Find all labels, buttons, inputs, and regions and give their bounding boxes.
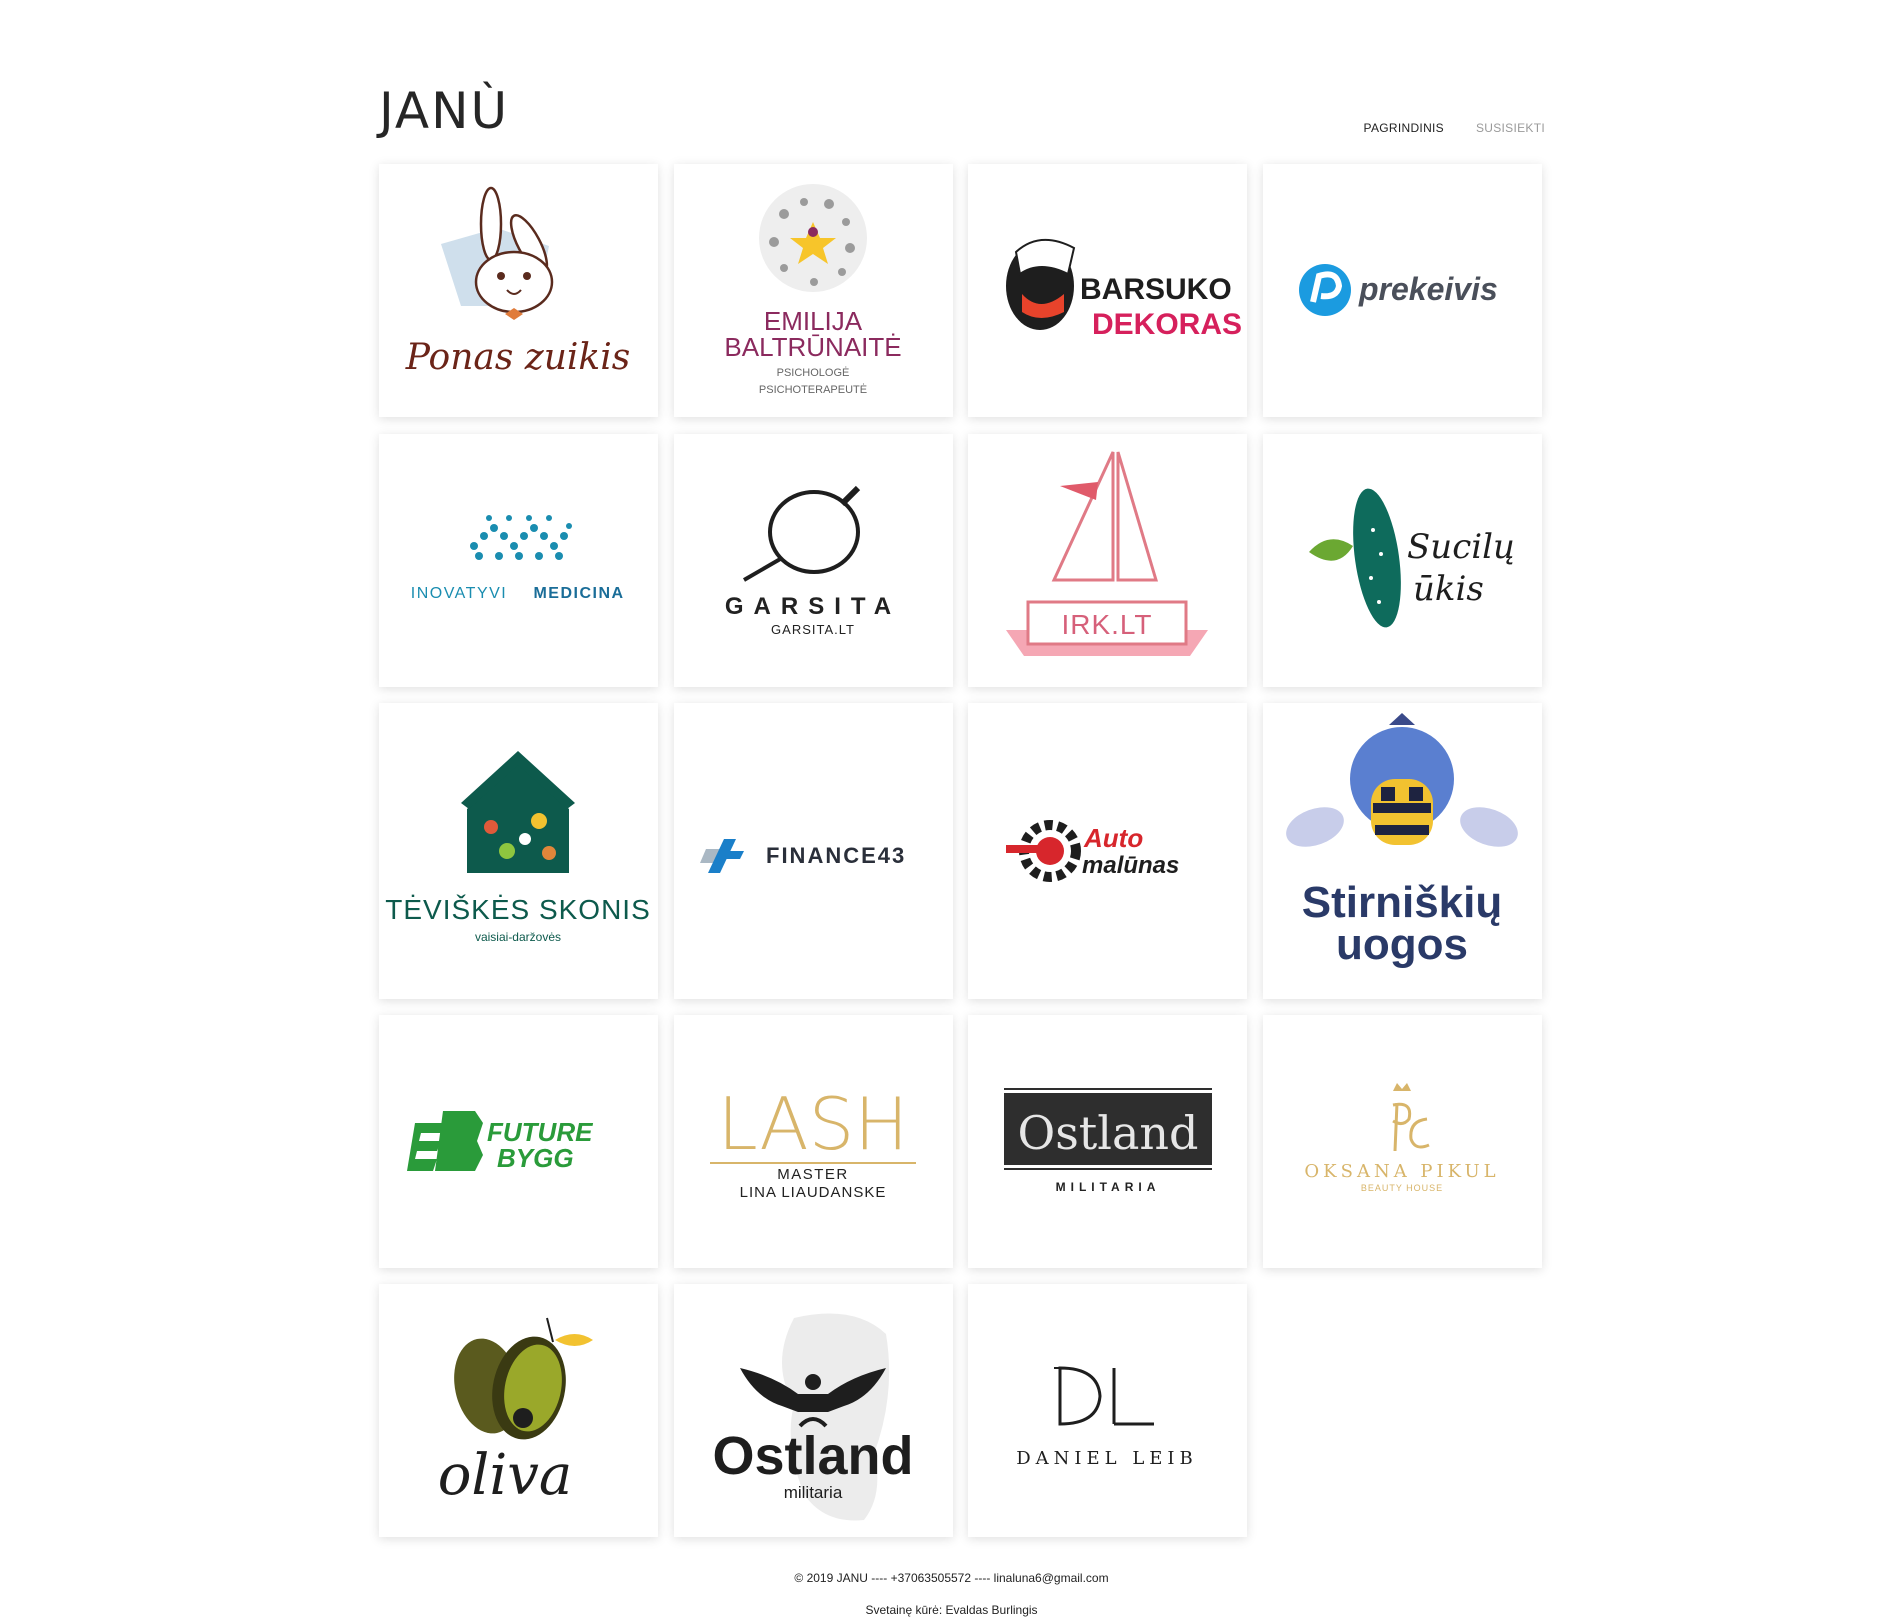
card-subtitle-2: LINA LIAUDANSKE (740, 1184, 887, 1201)
card-title-2: BALTRŪNAITĖ (724, 332, 901, 362)
card-title: Ostland (1017, 1106, 1198, 1160)
eagle-map-icon: Ostland militaria (712, 1313, 914, 1521)
card-title: Ostland (712, 1426, 913, 1486)
card-title: INOVATYVI (411, 585, 507, 602)
future-bygg-icon: FUTURE BYGG (407, 1111, 593, 1173)
footer-credits: Svetainę kūrė: Evaldas Burlingis (865, 1603, 1038, 1617)
portfolio-item-teviskes-skonis[interactable]: TĖVIŠKĖS SKONIS vaisiai-daržovės (379, 703, 658, 999)
card-subtitle: militaria (784, 1483, 843, 1502)
nav-link-contact[interactable]: SUSISIEKTI (1476, 121, 1545, 135)
bee-berry-icon: Stirniškių uogos (1286, 713, 1518, 969)
portfolio-item-emilija[interactable]: EMILIJA BALTRŪNAITĖ PSICHOLOGĖ PSICHOTER… (674, 164, 953, 417)
card-title: Sucilų (1407, 527, 1515, 567)
house-vegetables-icon: TĖVIŠKĖS SKONIS vaisiai-daržovės (385, 751, 651, 944)
prekeivis-logo-icon: prekeivis (1299, 264, 1498, 316)
dl-monogram-icon: DANIEL LEIB (1016, 1366, 1198, 1469)
card-title-2: DEKORAS (1092, 308, 1242, 341)
cable-logo-icon: GARSITA GARSITA.LT (725, 485, 901, 637)
portfolio-item-oliva[interactable]: oliva (379, 1284, 658, 1537)
card-subtitle: MASTER (777, 1166, 849, 1183)
card-title: GARSITA (725, 593, 901, 620)
portfolio-item-prekeivis[interactable]: prekeivis (1263, 164, 1542, 417)
card-title-2: BYGG (497, 1143, 574, 1173)
card-subtitle: BEAUTY HOUSE (1361, 1183, 1443, 1193)
cucumber-logo-icon: Sucilų ūkis (1309, 488, 1515, 628)
portfolio-item-daniel-leib[interactable]: DANIEL LEIB (968, 1284, 1247, 1537)
site-header: JANÙ PAGRINDINIS SUSISIEKTI (379, 86, 1545, 146)
portfolio-item-ostland-militaria[interactable]: Ostland MILITARIA (968, 1015, 1247, 1268)
card-subtitle: MILITARIA (1056, 1180, 1161, 1194)
portfolio-item-suciliu-ukis[interactable]: Sucilų ūkis (1263, 434, 1542, 687)
card-title-2: malūnas (1082, 852, 1179, 879)
gear-logo-icon: Auto malūnas (1006, 820, 1179, 882)
card-title: TĖVIŠKĖS SKONIS (385, 894, 651, 925)
psychologist-logo-icon: EMILIJA BALTRŪNAITĖ PSICHOLOGĖ PSICHOTER… (724, 184, 902, 396)
portfolio-item-lash-master[interactable]: LASH MASTER LINA LIAUDANSKE (674, 1015, 953, 1268)
card-title-2: uogos (1336, 920, 1468, 969)
rabbit-logo-icon: Ponas zuikis (405, 186, 630, 378)
portfolio-item-future-bygg[interactable]: FUTURE BYGG (379, 1015, 658, 1268)
portfolio-item-inovatyvi-medicina[interactable]: INOVATYVI MEDICINA (379, 434, 658, 687)
card-subtitle-2: PSICHOTERAPEUTĖ (759, 383, 867, 396)
main-nav: PAGRINDINIS SUSISIEKTI (1364, 121, 1545, 135)
card-title: Ponas zuikis (405, 337, 630, 378)
footer-contact: © 2019 JANU ---- +37063505572 ---- linal… (794, 1571, 1109, 1585)
brand-logo[interactable]: JANÙ (379, 86, 509, 136)
medicine-dots-icon: INOVATYVI MEDICINA (411, 515, 624, 602)
dot-pattern (470, 515, 572, 560)
card-title: LASH (718, 1082, 909, 1166)
card-subtitle: vaisiai-daržovės (475, 930, 561, 944)
lash-logo-icon: LASH MASTER LINA LIAUDANSKE (710, 1082, 916, 1201)
card-title: prekeivis (1358, 271, 1498, 307)
olive-logo-icon: oliva (438, 1317, 593, 1508)
portfolio-item-stirniskiu-uogos[interactable]: Stirniškių uogos (1263, 703, 1542, 999)
card-title-2: MEDICINA (533, 585, 624, 602)
card-subtitle: GARSITA.LT (771, 622, 855, 637)
portfolio-item-garsita[interactable]: GARSITA GARSITA.LT (674, 434, 953, 687)
portfolio-item-ostland-eagle[interactable]: Ostland militaria (674, 1284, 953, 1537)
portfolio-item-oksana-pikul[interactable]: OKSANA PIKUL BEAUTY HOUSE (1263, 1015, 1542, 1268)
portfolio-item-barsuko-dekoras[interactable]: BARSUKO DEKORAS (968, 164, 1247, 417)
portfolio-item-irk-lt[interactable]: IRK.LT (968, 434, 1247, 687)
card-title: DANIEL LEIB (1016, 1448, 1198, 1469)
sailboat-logo-icon: IRK.LT (1006, 451, 1208, 656)
card-title-2: ūkis (1413, 569, 1484, 609)
card-subtitle: PSICHOLOGĖ (777, 366, 850, 379)
card-title: IRK.LT (1061, 609, 1152, 640)
card-title: Auto (1083, 823, 1143, 853)
portfolio-item-ponas-zuikis[interactable]: Ponas zuikis (379, 164, 658, 417)
card-title: oliva (438, 1443, 573, 1508)
badger-logo-icon: BARSUKO DEKORAS (1006, 238, 1242, 341)
nav-link-home[interactable]: PAGRINDINIS (1364, 121, 1444, 135)
card-title: BARSUKO (1080, 273, 1232, 306)
portfolio-item-finance43[interactable]: FINANCE43 (674, 703, 953, 999)
finance-logo-icon: FINANCE43 (700, 839, 906, 873)
monogram-crown-icon: OKSANA PIKUL BEAUTY HOUSE (1304, 1083, 1499, 1193)
portfolio-item-auto-malunas[interactable]: Auto malūnas (968, 703, 1247, 999)
card-title: OKSANA PIKUL (1304, 1161, 1499, 1182)
ostland-banner-icon: Ostland MILITARIA (1004, 1088, 1212, 1194)
card-title: FINANCE43 (766, 843, 906, 868)
